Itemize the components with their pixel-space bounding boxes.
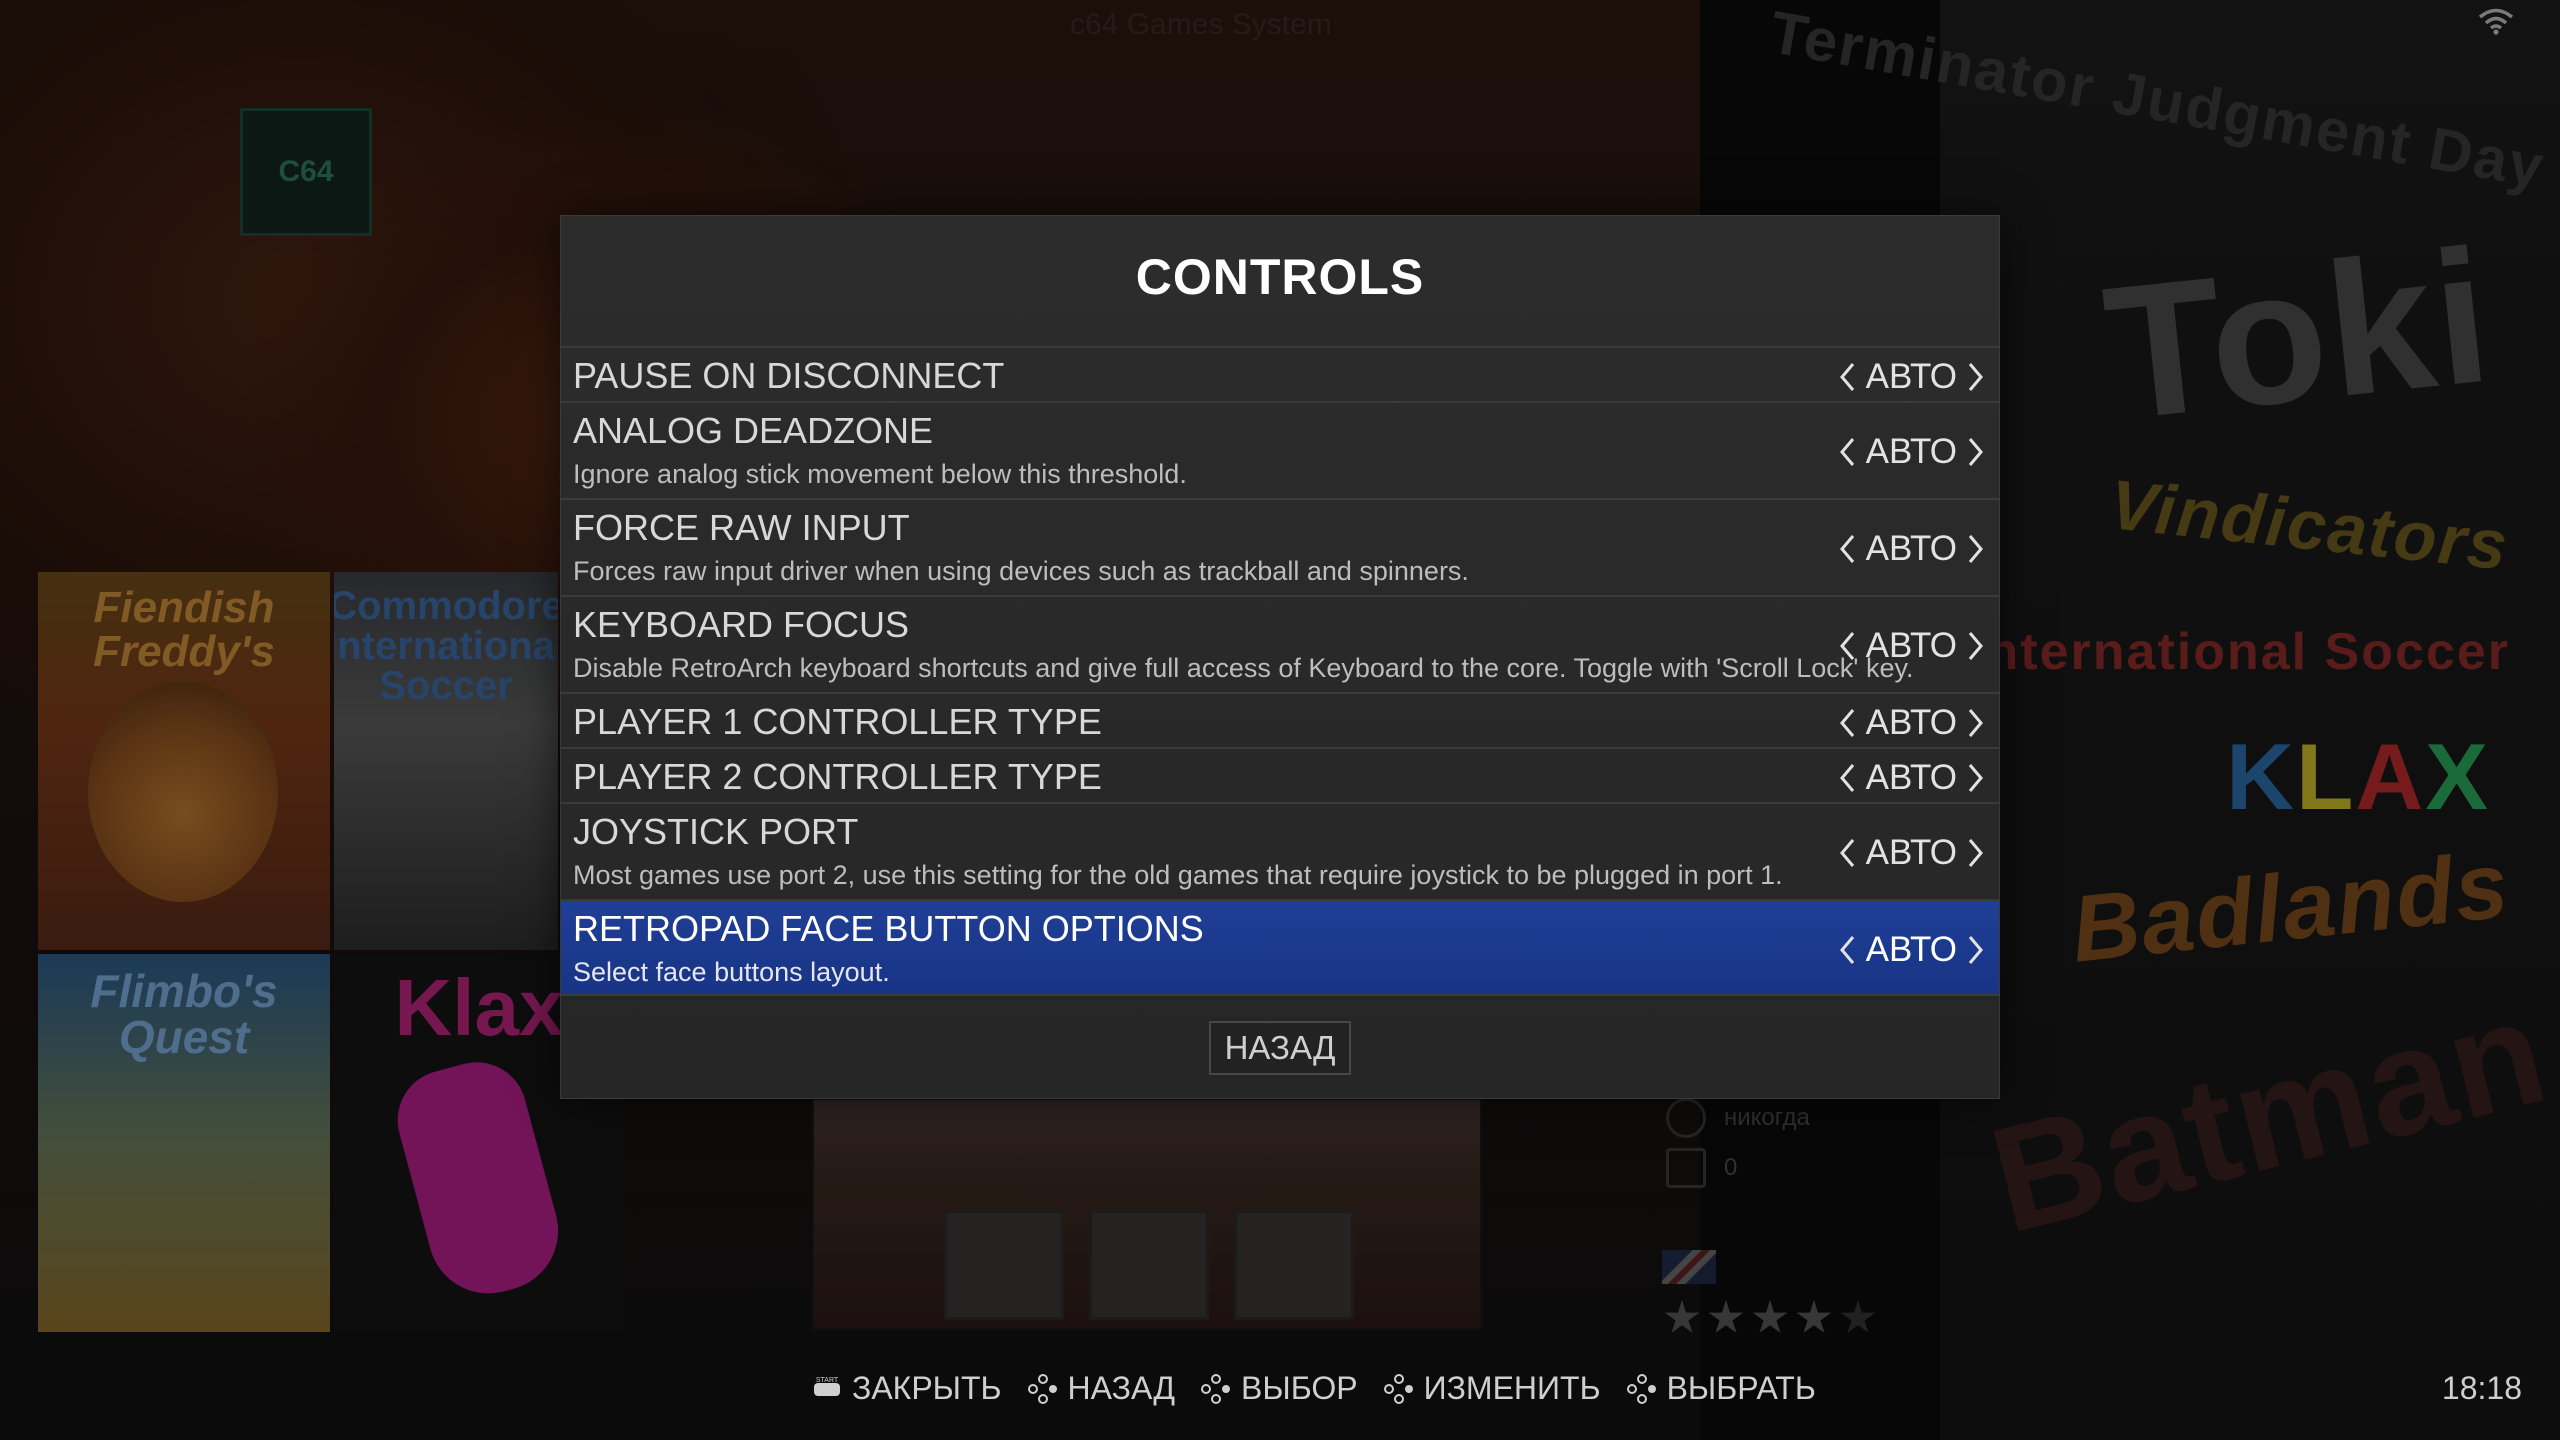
menu-item-description: Disable RetroArch keyboard shortcuts and… [573, 653, 1914, 683]
arrow-right-icon[interactable] [1967, 360, 1985, 394]
arrow-right-icon[interactable] [1967, 761, 1985, 795]
option-selector[interactable]: АВТО [1838, 357, 1985, 397]
menu-item-label: PAUSE ON DISCONNECT [573, 355, 1005, 396]
hint-label: ИЗМЕНИТЬ [1423, 1370, 1601, 1406]
option-value: АВТО [1865, 930, 1957, 969]
menu-item[interactable]: PAUSE ON DISCONNECT АВТО [561, 346, 1999, 401]
arrow-left-icon[interactable] [1838, 836, 1856, 870]
menu-item-description: Select face buttons layout. [573, 957, 890, 987]
arrow-left-icon[interactable] [1838, 532, 1856, 566]
menu-item-description: Forces raw input driver when using devic… [573, 556, 1469, 586]
option-value: АВТО [1865, 432, 1957, 471]
menu-item-label: PLAYER 2 CONTROLLER TYPE [573, 756, 1102, 797]
menu-item[interactable]: PLAYER 1 CONTROLLER TYPE АВТО [561, 692, 1999, 747]
option-selector[interactable]: АВТО [1838, 703, 1985, 743]
menu-item-label: ANALOG DEADZONE [573, 410, 934, 451]
hint-label: ЗАКРЫТЬ [852, 1370, 1002, 1406]
arrow-left-icon[interactable] [1838, 933, 1856, 967]
arrow-left-icon[interactable] [1838, 706, 1856, 740]
menu-item[interactable]: KEYBOARD FOCUS Disable RetroArch keyboard… [561, 595, 1999, 692]
hint-label: НАЗАД [1067, 1370, 1176, 1406]
arrow-right-icon[interactable] [1967, 629, 1985, 663]
option-value: АВТО [1865, 758, 1957, 797]
menu-item[interactable]: ANALOG DEADZONE Ignore analog stick movem… [561, 401, 1999, 498]
option-selector[interactable]: АВТО [1838, 432, 1985, 472]
menu-item-description: Most games use port 2, use this setting … [573, 860, 1783, 890]
hint-3: ВЫБОР [1201, 1370, 1358, 1407]
controls-menu: PAUSE ON DISCONNECT АВТО ANALOG DEADZONE Ig… [561, 346, 1999, 996]
menu-item-label: JOYSTICK PORT [573, 811, 859, 852]
menu-item-label: PLAYER 1 CONTROLLER TYPE [573, 701, 1102, 742]
arrow-right-icon[interactable] [1967, 435, 1985, 469]
arrow-right-icon[interactable] [1967, 706, 1985, 740]
help-bar: START ЗАКРЫТЬ НАЗАД ВЫБОР ИЗМЕНИТЬ ВЫБРАТЬ 18… [0, 1370, 2560, 1430]
dpad-button-icon [1201, 1373, 1231, 1404]
option-value: АВТО [1865, 529, 1957, 568]
menu-item[interactable]: FORCE RAW INPUT Forces raw input driver w… [561, 498, 1999, 595]
arrow-left-icon[interactable] [1838, 629, 1856, 663]
menu-item-label: FORCE RAW INPUT [573, 507, 910, 548]
dpad-button-icon [1626, 1373, 1656, 1404]
dpad-button-icon [1027, 1373, 1057, 1404]
option-selector[interactable]: АВТО [1838, 758, 1985, 798]
menu-item[interactable]: JOYSTICK PORT Most games use port 2, use … [561, 802, 1999, 899]
back-button[interactable]: НАЗАД [1209, 1021, 1351, 1075]
option-value: АВТО [1865, 833, 1957, 872]
controls-dialog: CONTROLS PAUSE ON DISCONNECT АВТО ANALOG D… [560, 215, 2000, 1099]
dialog-title: CONTROLS [1135, 249, 1425, 305]
arrow-right-icon[interactable] [1967, 532, 1985, 566]
menu-item[interactable]: PLAYER 2 CONTROLLER TYPE АВТО [561, 747, 1999, 802]
hint-4: ИЗМЕНИТЬ [1383, 1370, 1601, 1407]
svg-text:START: START [816, 1377, 839, 1384]
option-value: АВТО [1865, 357, 1957, 396]
menu-item-label: RETROPAD FACE BUTTON OPTIONS [573, 908, 1204, 949]
arrow-left-icon[interactable] [1838, 360, 1856, 394]
hint-1: START ЗАКРЫТЬ [812, 1370, 1002, 1407]
clock: 18:18 [2441, 1370, 2522, 1406]
option-selector[interactable]: АВТО [1838, 930, 1985, 970]
hint-label: ВЫБОР [1241, 1370, 1358, 1406]
dpad-button-icon [1383, 1373, 1413, 1404]
arrow-right-icon[interactable] [1967, 836, 1985, 870]
option-value: АВТО [1865, 703, 1957, 742]
arrow-left-icon[interactable] [1838, 435, 1856, 469]
button-hints: START ЗАКРЫТЬ НАЗАД ВЫБОР ИЗМЕНИТЬ ВЫБРАТЬ [812, 1370, 1816, 1407]
hint-label: ВЫБРАТЬ [1666, 1370, 1816, 1406]
menu-item[interactable]: RETROPAD FACE BUTTON OPTIONS Select face … [561, 899, 1999, 996]
option-selector[interactable]: АВТО [1838, 626, 1985, 666]
option-selector[interactable]: АВТО [1838, 833, 1985, 873]
arrow-left-icon[interactable] [1838, 761, 1856, 795]
option-selector[interactable]: АВТО [1838, 529, 1985, 569]
option-value: АВТО [1865, 626, 1957, 665]
start-button-icon: START [814, 1377, 840, 1396]
hint-5: ВЫБРАТЬ [1626, 1370, 1816, 1407]
menu-item-description: Ignore analog stick movement below this … [573, 459, 1187, 489]
arrow-right-icon[interactable] [1967, 933, 1985, 967]
hint-2: НАЗАД [1027, 1370, 1176, 1407]
menu-item-label: KEYBOARD FOCUS [573, 604, 910, 645]
